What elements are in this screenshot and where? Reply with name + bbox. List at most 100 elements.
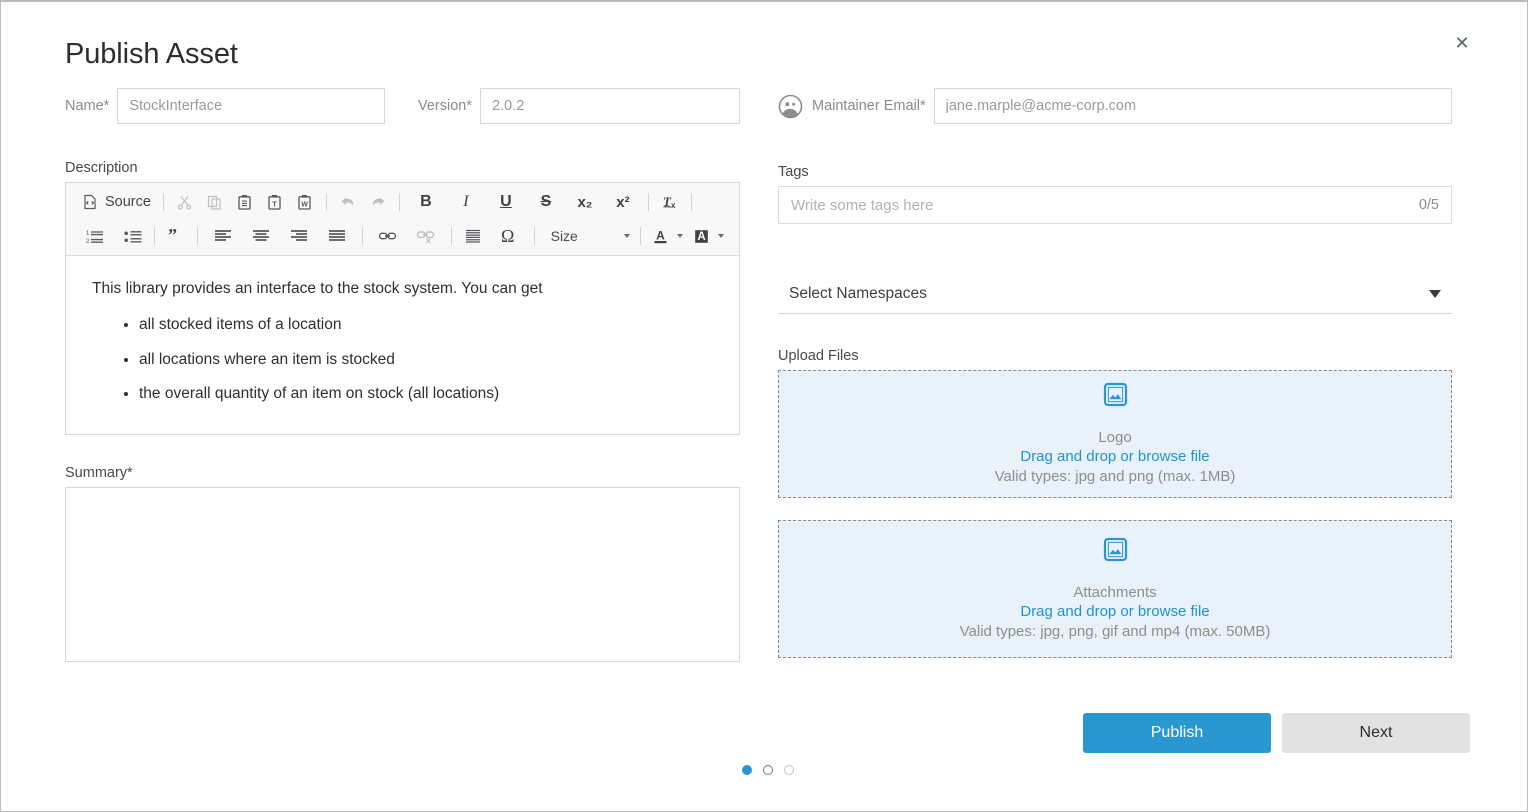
upload-browse-link[interactable]: Drag and drop or browse file [1020,447,1209,466]
subscript-button[interactable]: x₂ [572,189,598,215]
toolbar-separator [154,227,155,245]
svg-text:A: A [697,231,705,243]
align-left-button[interactable] [210,223,236,249]
editor-toolbar-row-1: Source [66,185,739,219]
horizontal-rule-button[interactable] [460,223,486,249]
description-bullet-list: all stocked items of a location all loca… [92,314,713,405]
toolbar-separator [534,227,535,245]
tags-input[interactable] [778,186,1452,224]
toolbar-separator [362,227,363,245]
version-input[interactable] [480,88,740,124]
bg-color-button[interactable]: A [690,223,727,249]
underline-icon: U [500,193,512,211]
paste-button[interactable] [232,189,258,215]
image-icon [1103,537,1128,567]
step-dot-1[interactable] [742,765,752,775]
next-button[interactable]: Next [1282,713,1470,753]
unlink-button[interactable] [413,223,439,249]
paste-from-word-button[interactable]: W [292,189,318,215]
paste-icon [236,194,253,211]
paste-text-icon: T [266,194,283,211]
select-namespaces-dropdown[interactable]: Select Namespaces [778,274,1452,314]
superscript-button[interactable]: x² [610,189,636,215]
numbered-list-button[interactable]: 12 [82,223,108,249]
align-right-button[interactable] [286,223,312,249]
maintainer-email-input[interactable] [934,88,1452,124]
svg-text:1: 1 [86,231,90,237]
description-paragraph: This library provides an interface to th… [92,278,713,300]
logo-upload-dropzone[interactable]: Logo Drag and drop or browse file Valid … [778,370,1452,498]
source-label: Source [103,194,151,210]
bulleted-list-button[interactable] [120,223,146,249]
strikethrough-button[interactable]: S [533,189,559,215]
publish-button[interactable]: Publish [1083,713,1271,753]
cut-icon [176,194,193,211]
name-version-row: Name* Version* [65,88,740,124]
upload-files-label: Upload Files [778,348,1452,364]
cut-button[interactable] [172,189,198,215]
bold-icon: B [420,193,432,211]
italic-button[interactable]: I [453,189,479,215]
description-label: Description [65,160,740,176]
text-color-button[interactable]: A [649,223,686,249]
link-icon [378,228,397,244]
left-column: Name* Version* Description Source [65,88,740,667]
description-content[interactable]: This library provides an interface to th… [66,256,739,434]
chevron-down-icon [624,234,630,238]
chevron-down-icon [718,234,724,238]
bulleted-list-icon [124,228,143,245]
svg-text:A: A [656,228,665,242]
text-color-icon: A [652,228,669,245]
upload-browse-link[interactable]: Drag and drop or browse file [1020,602,1209,621]
align-center-button[interactable] [248,223,274,249]
strikethrough-icon: S [541,193,552,211]
bold-button[interactable]: B [413,189,439,215]
svg-text:W: W [302,201,309,208]
link-button[interactable] [375,223,401,249]
svg-text:2: 2 [86,239,90,245]
font-size-select[interactable]: Size [545,223,635,249]
blockquote-button[interactable]: ” [163,223,189,249]
remove-format-button[interactable]: Tx [657,189,683,215]
attachments-upload-dropzone[interactable]: Attachments Drag and drop or browse file… [778,520,1452,658]
font-size-label: Size [551,228,578,244]
step-dot-2[interactable] [763,765,773,775]
page-title: Publish Asset [65,38,238,71]
omega-icon: Ω [501,226,514,247]
summary-input[interactable] [65,487,740,662]
editor-toolbar: Source [66,183,739,256]
toolbar-separator [163,193,164,211]
remove-format-icon: Tx [661,194,679,210]
align-justify-icon [328,228,346,244]
bg-color-icon: A [693,228,710,245]
copy-button[interactable] [202,189,228,215]
underline-button[interactable]: U [493,189,519,215]
chevron-down-icon [1429,290,1441,298]
align-justify-button[interactable] [324,223,350,249]
copy-icon [206,194,223,211]
italic-icon: I [463,193,468,211]
paste-as-text-button[interactable]: T [262,189,288,215]
close-icon[interactable]: ✕ [1449,30,1475,56]
select-namespaces-label: Select Namespaces [789,285,927,303]
toolbar-separator [648,193,649,211]
right-column: Maintainer Email* Tags 0/5 Select Namesp… [778,88,1452,658]
superscript-icon: x² [616,194,629,211]
step-dot-3[interactable] [784,765,794,775]
subscript-icon: x₂ [577,194,592,211]
align-right-icon [290,228,308,244]
paste-word-icon: W [296,194,313,211]
toolbar-separator [691,193,692,211]
align-center-icon [252,228,270,244]
upload-valid-types: Valid types: jpg, png, gif and mp4 (max.… [960,622,1271,641]
list-item: all stocked items of a location [139,314,713,336]
horizontal-rule-icon [464,228,482,244]
source-button[interactable]: Source [78,189,155,215]
undo-button[interactable] [335,189,361,215]
tags-counter: 0/5 [1419,197,1439,213]
name-input[interactable] [117,88,385,124]
toolbar-separator [451,227,452,245]
redo-button[interactable] [365,189,391,215]
source-icon [82,194,98,210]
special-character-button[interactable]: Ω [495,223,521,249]
